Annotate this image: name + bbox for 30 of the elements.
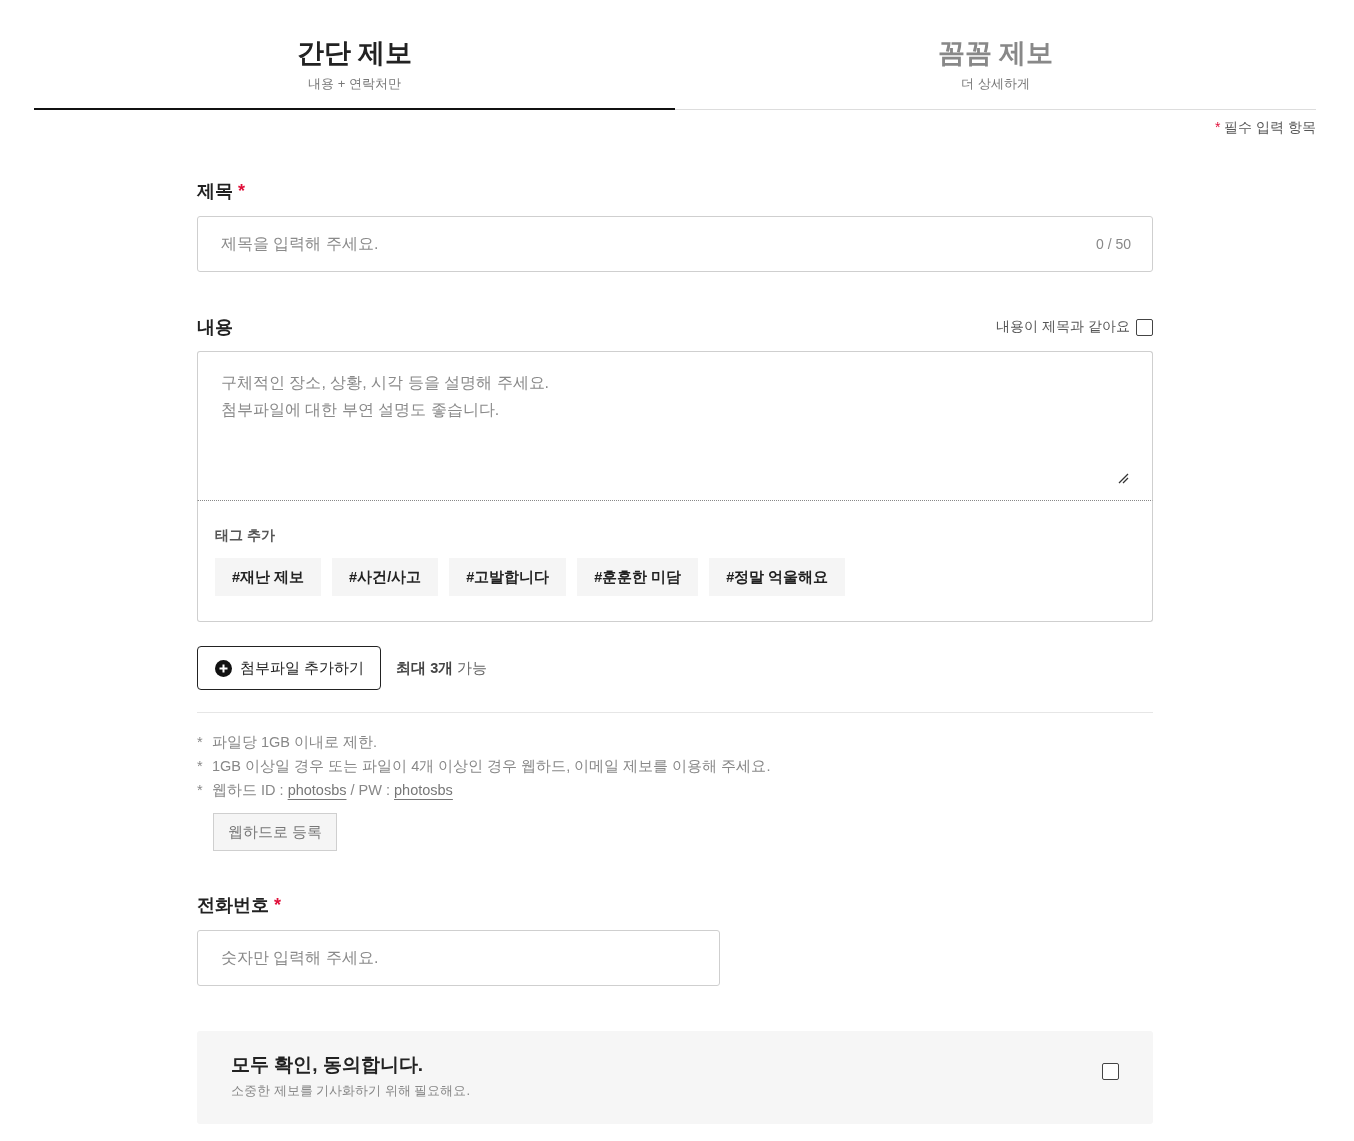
checkbox-label: 내용이 제목과 같아요 (996, 318, 1130, 336)
note-text: * 1GB 이상일 경우 또는 파일이 4개 이상인 경우 웹하드, 이메일 제보를 이용해 주세요. (197, 757, 771, 776)
field-label: 전화번호 * (197, 894, 283, 917)
note-text: * 파일당 1GB 이내로 제한. (197, 733, 378, 752)
resize-grip-icon[interactable] (1118, 473, 1129, 484)
character-counter: 0 / 50 (1095, 235, 1131, 253)
required-field-note: * 필수 입력 항목 (1214, 118, 1316, 136)
add-attachment-button[interactable]: 첨부파일 추가하기 (197, 646, 382, 690)
tag-button[interactable]: #사건/사고 (332, 558, 439, 596)
tag-button[interactable]: #고발합니다 (449, 558, 567, 596)
plus-icon (215, 659, 232, 677)
tag-button[interactable]: #훈훈한 미담 (577, 558, 699, 596)
phone-input[interactable]: 숫자만 입력해 주세요. (197, 930, 720, 986)
attachment-limit-note: 최대 3개 가능 (396, 658, 488, 678)
content-textarea[interactable]: 구체적인 장소, 상황, 시각 등을 설명해 주세요. 첨부파일에 대한 부연 설명도 좋습니다. (197, 351, 1153, 501)
tag-button[interactable]: #정말 억울해요 (709, 558, 846, 596)
link[interactable]: photosbs (394, 782, 453, 798)
agreement-title: 모두 확인, 동의합니다. (231, 1052, 425, 1077)
field-label: 내용 (197, 316, 233, 339)
tab[interactable]: 꼼꼼 제보 더 상세하게 (675, 0, 1316, 110)
checkbox[interactable] (1102, 1063, 1119, 1080)
agreement-description: 소중한 제보를 기사화하기 위해 필요해요. (231, 1081, 471, 1100)
checkbox[interactable] (1136, 318, 1153, 336)
webhard-register-button[interactable]: 웹하드로 등록 (213, 813, 338, 851)
tags-heading: 태그 추가 (215, 526, 275, 545)
note-text: * 웹하드 ID : photosbs / PW : photosbs (197, 781, 453, 800)
tag-button[interactable]: #재난 제보 (215, 558, 322, 596)
field-label: 제목 * (197, 180, 247, 203)
tab[interactable]: 간단 제보 내용 + 연락처만 (34, 0, 675, 110)
link[interactable]: photosbs (287, 782, 347, 798)
